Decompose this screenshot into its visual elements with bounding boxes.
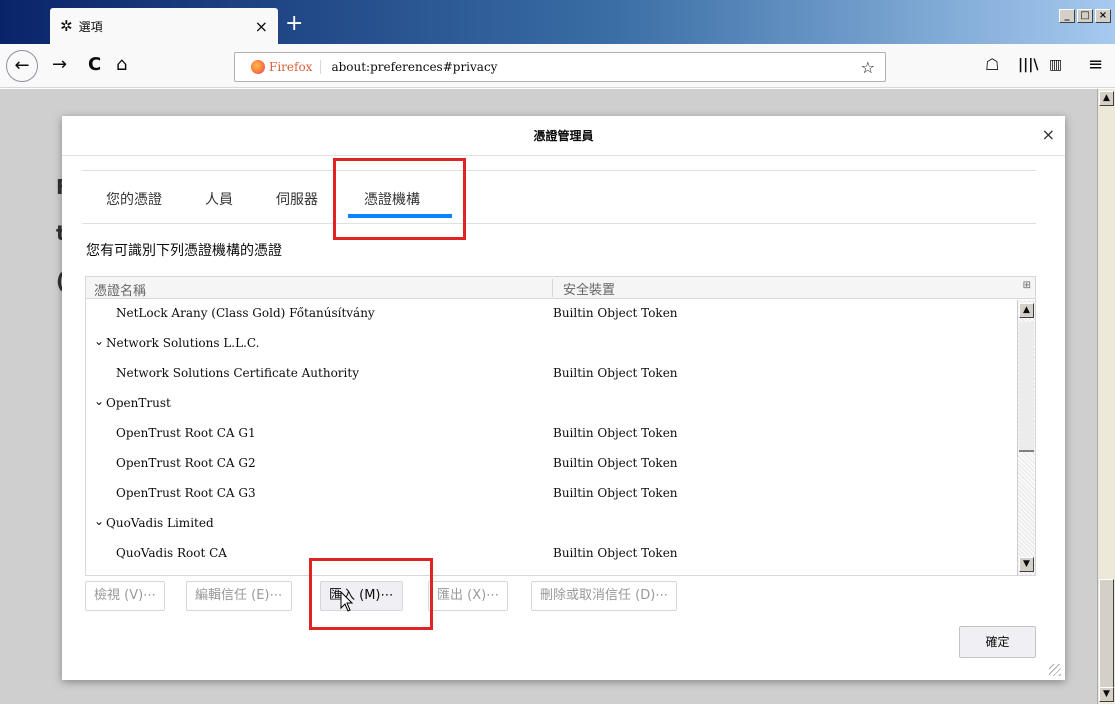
twisty-icon[interactable]: ⌄ [94,394,104,408]
cert-name: OpenTrust Root CA G3 [116,486,256,500]
cert-name: Network Solutions Certificate Authority [116,366,359,380]
security-device: Builtin Object Token [553,546,678,560]
scroll-up-arrow-icon[interactable]: ▲ [1019,303,1034,318]
tab-your-certificates[interactable]: 您的憑證 [106,189,162,209]
twisty-icon[interactable]: ⌄ [94,514,104,528]
description: 您有可識別下列憑證機構的憑證 [86,243,282,259]
tree-row[interactable]: OpenTrust Root CA G1 Builtin Object Token [86,420,1015,450]
column-picker-icon[interactable]: ⊞ [1023,280,1031,291]
scroll-down-arrow-icon[interactable]: ▼ [1099,687,1114,702]
tree-row[interactable]: QuoVadis Root CA Builtin Object Token [86,540,1015,570]
firefox-icon [251,60,265,74]
tree-row[interactable]: OpenTrust Root CA G3 Builtin Object Token [86,480,1015,510]
tree-rows: NetLock Arany (Class Gold) Főtanúsítvány… [86,300,1015,575]
forward-button[interactable]: → [52,54,67,76]
tab-title: 選項 [78,19,103,34]
group-name: Network Solutions L.L.C. [106,336,260,350]
group-name: QuoVadis Limited [106,516,214,530]
url-text[interactable]: about:preferences#privacy [321,60,860,74]
export-button[interactable]: 匯出 (X)⋯ [428,581,509,611]
edit-trust-button[interactable]: 編輯信任 (E)⋯ [186,581,292,611]
title-bar: ✲ 選項 × + _ □ × [0,0,1115,44]
column-security-device[interactable]: 安全裝置 [552,279,615,298]
highlight-box-authorities-tab [333,158,466,240]
certificate-tree: 憑證名稱 安全裝置 ⊞ NetLock Arany (Class Gold) F… [85,276,1036,576]
new-tab-button[interactable]: + [285,13,303,35]
reload-button[interactable]: C [88,54,101,76]
ok-button[interactable]: 確定 [959,626,1036,658]
cert-name: OpenTrust Root CA G1 [116,426,256,440]
tree-row[interactable]: OpenTrust Root CA G2 Builtin Object Token [86,450,1015,480]
home-button[interactable]: ⌂ [116,54,127,76]
cert-name: QuoVadis Root CA [116,546,227,560]
bookmark-star-icon[interactable]: ☆ [861,58,885,77]
tree-row[interactable]: Network Solutions Certificate Authority B… [86,360,1015,390]
dialog-title: 憑證管理員 [62,116,1065,156]
save-to-pocket-icon[interactable]: ☖ [985,54,999,76]
sidebar-icon[interactable]: ▥ [1049,54,1062,76]
scroll-down-arrow-icon[interactable]: ▼ [1019,557,1034,572]
gear-icon: ✲ [60,17,73,35]
security-device: Builtin Object Token [553,426,678,440]
security-device: Builtin Object Token [553,306,678,320]
tree-scrollbar[interactable]: ▲ ▼ [1017,300,1035,575]
dialog-tabs: 您的憑證 人員 伺服器 憑證機構 [82,170,1036,224]
cert-name: OpenTrust Root CA G2 [116,456,256,470]
window-controls: _ □ × [1059,9,1111,23]
minimize-button[interactable]: _ [1059,9,1075,23]
scroll-thumb[interactable] [1099,579,1114,689]
tree-group-row[interactable]: ⌄ OpenTrust [86,390,1015,420]
tree-group-row[interactable]: ⌄ Network Solutions L.L.C. [86,330,1015,360]
tab-servers[interactable]: 伺服器 [276,189,318,209]
tree-group-row[interactable]: ⌄ QuoVadis Limited [86,510,1015,540]
back-button[interactable]: ← [6,50,38,82]
tree-header: 憑證名稱 安全裝置 ⊞ [86,277,1035,299]
scroll-up-arrow-icon[interactable]: ▲ [1099,91,1114,106]
highlight-box-import-button [309,558,433,630]
url-bar[interactable]: Firefox about:preferences#privacy ☆ [234,52,886,82]
delete-distrust-button[interactable]: 刪除或取消信任 (D)⋯ [531,581,678,611]
close-tab-icon[interactable]: × [255,17,268,36]
view-button[interactable]: 檢視 (V)⋯ [85,581,166,611]
close-window-button[interactable]: × [1095,9,1111,23]
menu-icon[interactable]: ≡ [1088,54,1103,76]
cert-name: NetLock Arany (Class Gold) Főtanúsítvány [116,306,375,320]
security-device: Builtin Object Token [553,366,678,380]
column-cert-name[interactable]: 憑證名稱 [94,280,146,299]
twisty-icon[interactable]: ⌄ [94,334,104,348]
tab-people[interactable]: 人員 [205,189,233,209]
library-icon[interactable]: |||\ [1018,54,1038,76]
scroll-thumb[interactable] [1019,322,1034,452]
resize-grip-icon[interactable] [1049,664,1061,676]
tab-options[interactable]: ✲ 選項 × [50,8,278,44]
page-scrollbar[interactable]: ▲ ▼ [1097,89,1115,704]
group-name: OpenTrust [106,396,171,410]
mouse-cursor-icon [340,591,354,612]
identity-label: Firefox [269,60,322,74]
tree-row[interactable]: NetLock Arany (Class Gold) Főtanúsítvány… [86,300,1015,330]
maximize-button[interactable]: □ [1077,9,1093,23]
security-device: Builtin Object Token [553,456,678,470]
certificate-manager-dialog: 憑證管理員 × 您的憑證 人員 伺服器 憑證機構 您有可識別下列憑證機構的憑證 … [62,116,1065,680]
security-device: Builtin Object Token [553,486,678,500]
close-icon[interactable]: × [1042,126,1055,144]
